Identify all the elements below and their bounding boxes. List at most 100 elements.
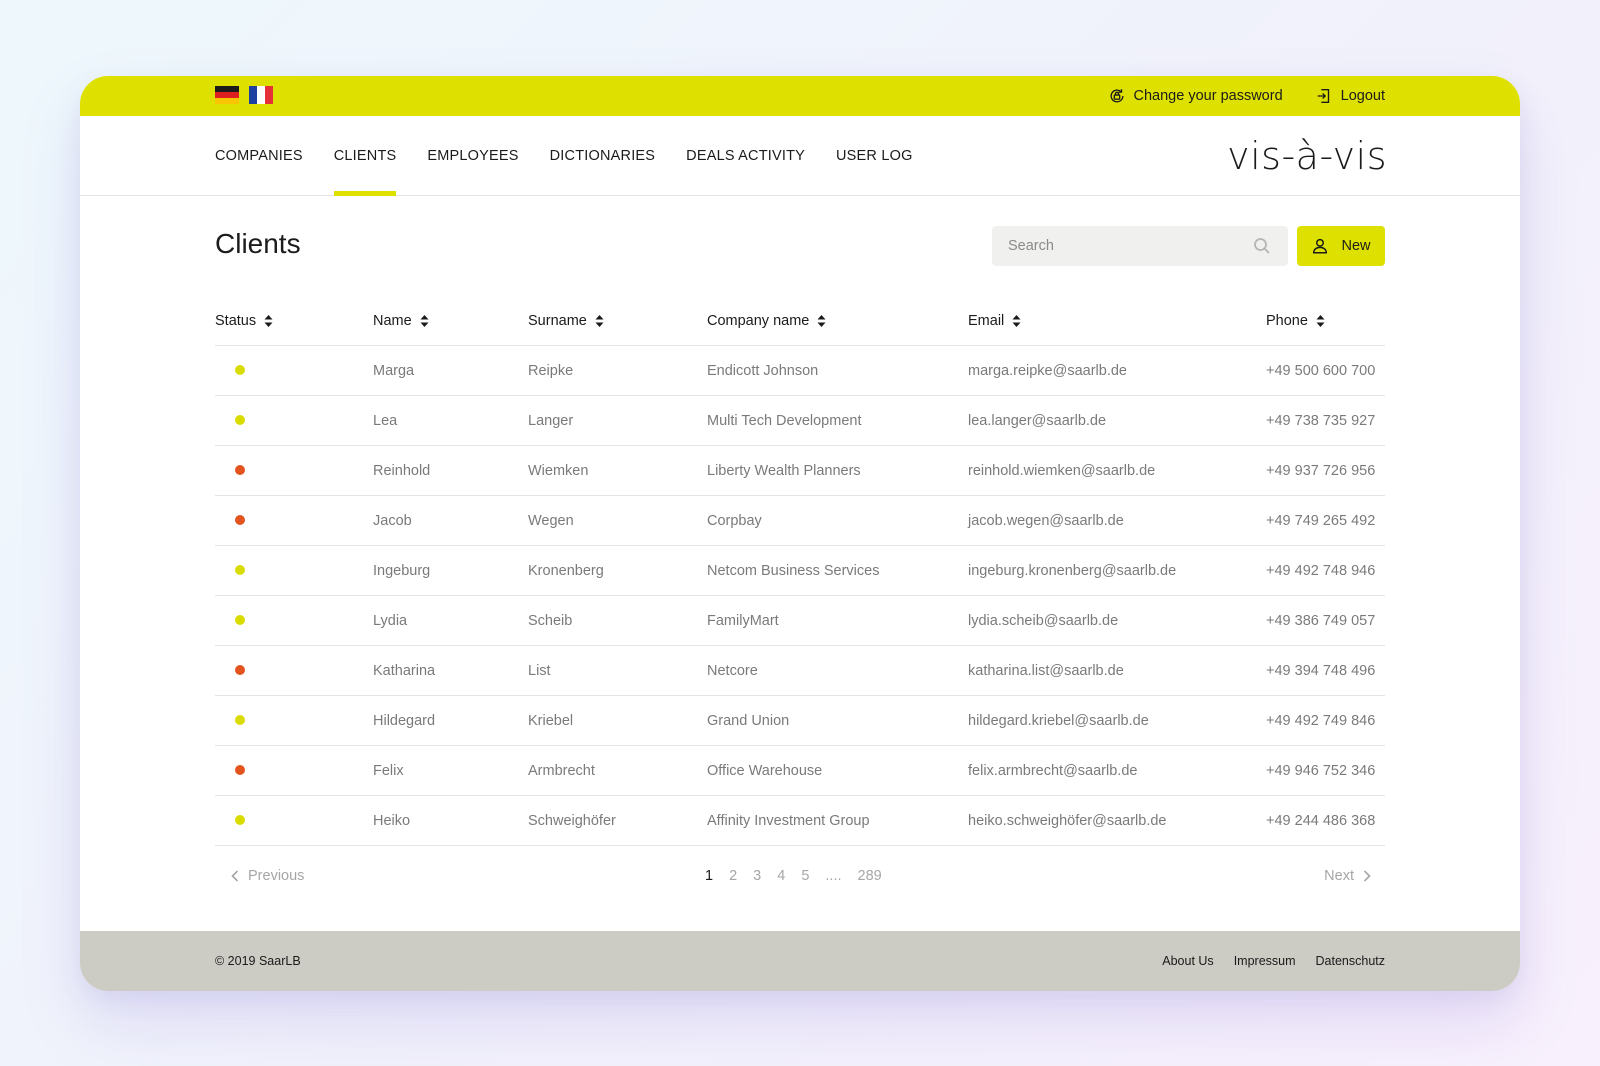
column-header-status[interactable]: Status — [215, 313, 373, 329]
copyright: © 2019 SaarLB — [215, 954, 301, 968]
page-number-5[interactable]: 5 — [801, 868, 809, 884]
name-cell: Heiko — [373, 812, 411, 829]
footer: © 2019 SaarLB About Us Impressum Datensc… — [80, 931, 1520, 991]
status-cell — [215, 813, 373, 829]
email-cell: katharina.list@saarlb.de — [968, 662, 1124, 679]
name-cell: Lea — [373, 412, 398, 429]
phone-cell: +49 738 735 927 — [1266, 412, 1376, 429]
new-client-button[interactable]: New — [1297, 226, 1385, 266]
email-cell: marga.reipke@saarlb.de — [968, 362, 1127, 379]
company-cell: Multi Tech Development — [707, 412, 862, 429]
page-number-289[interactable]: 289 — [858, 868, 882, 884]
footer-link-impressum[interactable]: Impressum — [1234, 954, 1296, 968]
surname-cell: Armbrecht — [528, 762, 595, 779]
status-indicator — [235, 664, 245, 675]
account-actions: Change your password Logout — [1108, 76, 1385, 116]
name-cell: Marga — [373, 362, 415, 379]
company-cell: FamilyMart — [707, 612, 779, 629]
french-flag-icon[interactable] — [249, 86, 273, 104]
logout-link[interactable]: Logout — [1315, 87, 1385, 105]
pagination: Previous 1 2 3 4 5.... 289 Next — [215, 862, 1385, 890]
german-flag-icon[interactable] — [215, 86, 239, 104]
page-number-4[interactable]: 4 — [777, 868, 785, 884]
nav-item-deals-activity[interactable]: DEALS ACTIVITY — [686, 116, 805, 196]
page-background: Change your password Logout COMPANIES CL… — [0, 0, 1600, 1066]
table-row[interactable]: Ingeburg Kronenberg Netcom Business Servic… — [215, 546, 1385, 596]
column-label: Phone — [1266, 312, 1308, 329]
surname-cell: Scheib — [528, 612, 573, 629]
phone-cell: +49 500 600 700 — [1266, 362, 1376, 379]
name-cell: Lydia — [373, 612, 408, 629]
company-cell: Netcore — [707, 662, 758, 679]
previous-page-button[interactable]: Previous — [231, 862, 304, 890]
app-window: Change your password Logout COMPANIES CL… — [80, 76, 1520, 991]
search-icon[interactable] — [1252, 236, 1272, 256]
company-cell: Grand Union — [707, 712, 790, 729]
next-page-button[interactable]: Next — [1324, 862, 1371, 890]
chevron-right-icon — [1363, 870, 1371, 882]
next-label: Next — [1324, 868, 1354, 884]
change-password-link[interactable]: Change your password — [1108, 87, 1283, 105]
column-header-surname[interactable]: Surname — [528, 313, 707, 329]
status-indicator — [235, 714, 245, 725]
column-header-company[interactable]: Company name — [707, 313, 968, 329]
page-number-1[interactable]: 1 — [705, 868, 713, 884]
page-number-3[interactable]: 3 — [753, 868, 761, 884]
table-row[interactable]: Hildegard Kriebel Grand Union hildegard.kri… — [215, 696, 1385, 746]
search-input[interactable] — [1008, 238, 1252, 254]
clients-table: Status Name Surname Company name Email P… — [215, 296, 1385, 846]
footer-link-about-us[interactable]: About Us — [1162, 954, 1213, 968]
main-navigation: COMPANIES CLIENTS EMPLOYEES DICTIONARIES… — [80, 116, 1520, 196]
status-indicator — [235, 814, 245, 825]
user-icon — [1313, 238, 1328, 254]
name-cell: Ingeburg — [373, 562, 431, 579]
top-bar: Change your password Logout — [80, 76, 1520, 116]
column-header-email[interactable]: Email — [968, 313, 1266, 329]
column-header-phone[interactable]: Phone — [1266, 313, 1385, 329]
phone-cell: +49 394 748 496 — [1266, 662, 1376, 679]
surname-cell: Wiemken — [528, 462, 589, 479]
nav-item-employees[interactable]: EMPLOYEES — [427, 116, 518, 196]
status-cell — [215, 513, 373, 529]
email-cell: ingeburg.kronenberg@saarlb.de — [968, 562, 1177, 579]
surname-cell: List — [528, 662, 551, 679]
status-indicator — [235, 514, 245, 525]
name-cell: Reinhold — [373, 462, 431, 479]
page-ellipsis: .... — [825, 868, 842, 884]
status-indicator — [235, 464, 245, 475]
nav-item-dictionaries[interactable]: DICTIONARIES — [550, 116, 656, 196]
name-cell: Felix — [373, 762, 404, 779]
status-cell — [215, 763, 373, 779]
status-indicator — [235, 364, 245, 375]
table-row[interactable]: Heiko Schweighöfer Affinity Investment Gro… — [215, 796, 1385, 846]
phone-cell: +49 946 752 346 — [1266, 762, 1376, 779]
nav-item-clients[interactable]: CLIENTS — [333, 116, 397, 196]
page-title: Clients — [215, 228, 301, 259]
status-indicator — [235, 414, 245, 425]
phone-cell: +49 492 749 846 — [1266, 712, 1376, 729]
chevron-left-icon — [231, 870, 239, 882]
brand-logo[interactable]: vis-à-vis — [1227, 134, 1387, 178]
page-number-2[interactable]: 2 — [729, 868, 737, 884]
email-cell: jacob.wegen@saarlb.de — [968, 512, 1124, 529]
email-cell: heiko.schweighöfer@saarlb.de — [968, 812, 1167, 829]
table-row[interactable]: Lydia Scheib FamilyMart lydia.scheib@saarlb… — [215, 596, 1385, 646]
sort-icon — [420, 314, 429, 327]
table-row[interactable]: Katharina List Netcore katharina.list@saarl… — [215, 646, 1385, 696]
phone-cell: +49 749 265 492 — [1266, 512, 1376, 529]
table-row[interactable]: Lea Langer Multi Tech Development lea.lange… — [215, 396, 1385, 446]
column-header-name[interactable]: Name — [373, 313, 528, 329]
page-numbers: 1 2 3 4 5.... 289 — [705, 862, 882, 890]
table-row[interactable]: Felix Armbrecht Office Warehouse felix.armb… — [215, 746, 1385, 796]
nav-item-companies[interactable]: COMPANIES — [215, 116, 303, 196]
previous-label: Previous — [248, 868, 305, 884]
table-row[interactable]: Reinhold Wiemken Liberty Wealth Planners re… — [215, 446, 1385, 496]
column-label: Surname — [528, 312, 587, 329]
nav-item-user-log[interactable]: USER LOG — [836, 116, 913, 196]
column-label: Company name — [707, 312, 810, 329]
status-indicator — [235, 614, 245, 625]
table-row[interactable]: Jacob Wegen Corpbay jacob.wegen@saarlb.de +4… — [215, 496, 1385, 546]
name-cell: Jacob — [373, 512, 412, 529]
table-row[interactable]: Marga Reipke Endicott Johnson marga.reipke@… — [215, 346, 1385, 396]
footer-link-datenschutz[interactable]: Datenschutz — [1316, 954, 1385, 968]
